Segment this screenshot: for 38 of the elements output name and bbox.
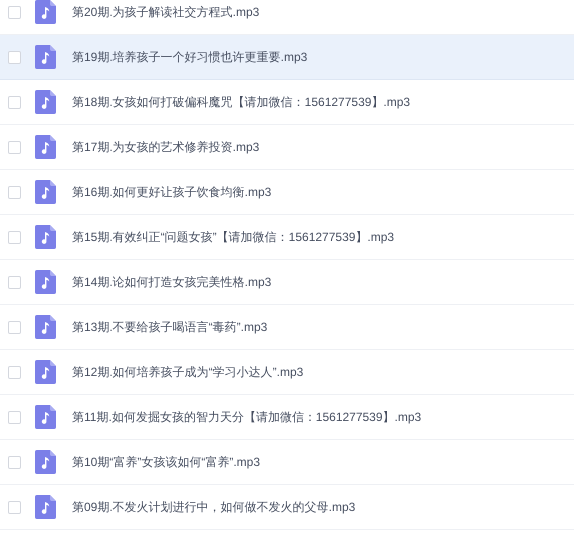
audio-file-icon bbox=[35, 135, 56, 159]
file-name[interactable]: 第09期.不发火计划进行中，如何做不发火的父母.mp3 bbox=[72, 498, 356, 516]
checkbox[interactable] bbox=[8, 276, 21, 288]
file-name[interactable]: 第16期.如何更好让孩子饮食均衡.mp3 bbox=[72, 184, 272, 200]
checkbox[interactable] bbox=[8, 230, 21, 244]
checkbox[interactable] bbox=[8, 186, 21, 198]
checkbox[interactable] bbox=[8, 366, 21, 378]
audio-file-icon bbox=[35, 450, 56, 474]
checkbox[interactable] bbox=[8, 410, 21, 424]
file-row[interactable]: 第20期.为孩子解读社交方程式.mp3 bbox=[0, 0, 574, 35]
file-name[interactable]: 第14期.论如何打造女孩完美性格.mp3 bbox=[72, 274, 272, 290]
file-row[interactable]: 第19期.培养孩子一个好习惯也许更重要.mp3 bbox=[0, 35, 574, 80]
file-name[interactable]: 第11期.如何发掘女孩的智力天分【请加微信：1561277539】.mp3 bbox=[72, 408, 422, 426]
audio-file-icon bbox=[35, 360, 56, 384]
audio-file-icon bbox=[35, 315, 56, 339]
audio-file-icon bbox=[35, 270, 56, 294]
checkbox[interactable] bbox=[8, 140, 21, 154]
file-name[interactable]: 第12期.如何培养孩子成为“学习小达人”.mp3 bbox=[72, 364, 304, 380]
checkbox[interactable] bbox=[8, 96, 21, 108]
file-name[interactable]: 第19期.培养孩子一个好习惯也许更重要.mp3 bbox=[72, 48, 308, 66]
checkbox[interactable] bbox=[8, 6, 21, 18]
audio-file-icon bbox=[35, 0, 56, 24]
audio-file-icon bbox=[35, 45, 56, 69]
checkbox[interactable] bbox=[8, 320, 21, 334]
file-name[interactable]: 第20期.为孩子解读社交方程式.mp3 bbox=[72, 4, 260, 20]
audio-file-icon bbox=[35, 90, 56, 114]
audio-file-icon bbox=[35, 180, 56, 204]
file-name[interactable]: 第13期.不要给孩子喝语言“毒药”.mp3 bbox=[72, 318, 268, 336]
file-name[interactable]: 第17期.为女孩的艺术修养投资.mp3 bbox=[72, 138, 260, 156]
file-name[interactable]: 第15期.有效纠正“问题女孩”【请加微信：1561277539】.mp3 bbox=[72, 228, 394, 246]
audio-file-icon bbox=[35, 495, 56, 519]
audio-file-icon bbox=[35, 405, 56, 429]
file-name[interactable]: 第10期“富养”女孩该如何“富养”.mp3 bbox=[72, 454, 260, 470]
checkbox[interactable] bbox=[8, 500, 21, 514]
checkbox[interactable] bbox=[8, 456, 21, 468]
file-name[interactable]: 第18期.女孩如何打破偏科魔咒【请加微信：1561277539】.mp3 bbox=[72, 94, 410, 110]
audio-file-icon bbox=[35, 225, 56, 249]
checkbox[interactable] bbox=[8, 50, 21, 64]
